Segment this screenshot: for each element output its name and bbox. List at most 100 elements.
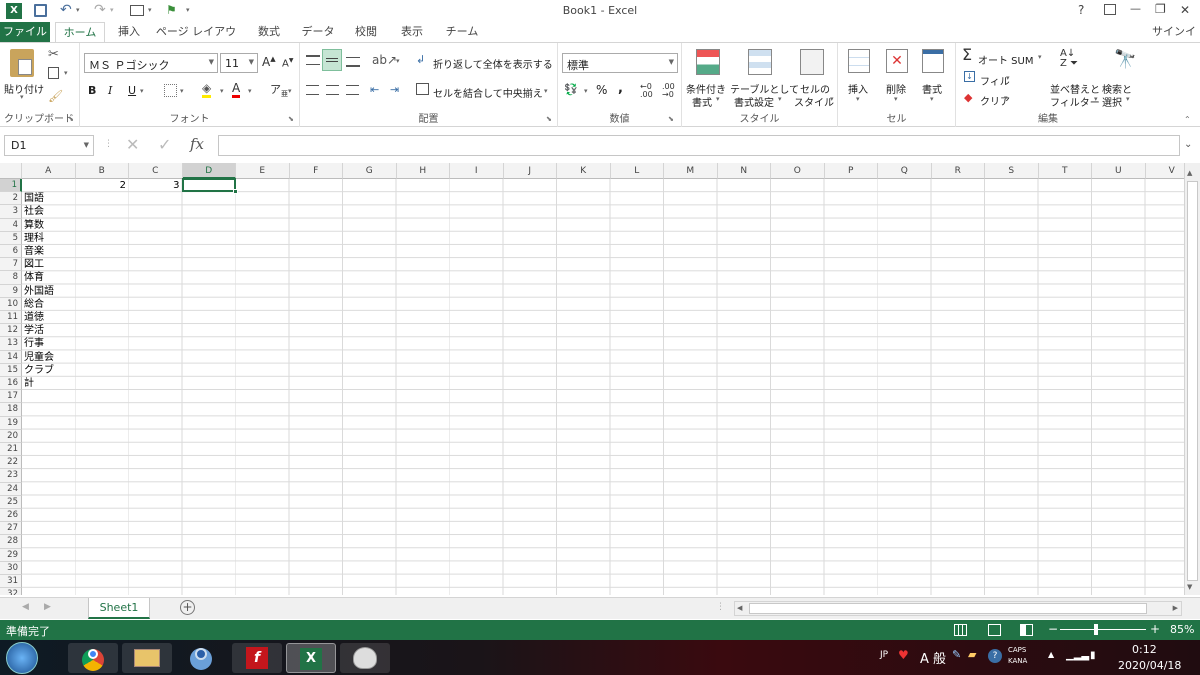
scroll-down-icon[interactable]: ▼ xyxy=(1187,583,1192,591)
column-header[interactable]: M xyxy=(664,163,718,179)
row-header[interactable]: 27 xyxy=(0,522,22,536)
column-header[interactable]: F xyxy=(289,163,343,179)
cell-a13[interactable]: 行事 xyxy=(24,337,44,350)
help-button[interactable]: ? xyxy=(1078,3,1084,17)
add-sheet-button[interactable]: + xyxy=(180,600,195,615)
vertical-scrollbar[interactable]: ▲ ▼ xyxy=(1184,163,1200,595)
row-header[interactable]: 31 xyxy=(0,575,22,589)
comma-button[interactable]: , xyxy=(618,81,623,96)
cell-styles-button-line2[interactable]: スタイル xyxy=(794,94,834,109)
language-indicator[interactable]: JP xyxy=(880,650,888,660)
select-all-corner[interactable] xyxy=(0,163,22,179)
form-icon[interactable] xyxy=(130,5,144,16)
find-select-dropdown-icon[interactable]: ▾ xyxy=(1126,95,1130,103)
save-icon[interactable] xyxy=(34,4,47,17)
autosum-dropdown-icon[interactable]: ▾ xyxy=(1038,53,1042,61)
flag-icon[interactable]: ⚑ xyxy=(166,3,177,17)
font-color-dropdown-icon[interactable]: ▾ xyxy=(248,87,252,95)
cell-a4[interactable]: 算数 xyxy=(24,219,44,232)
tab-split-grip-icon[interactable]: ⋮ xyxy=(716,602,725,612)
column-header[interactable]: U xyxy=(1092,163,1146,179)
tab-file[interactable]: ファイル xyxy=(0,22,50,42)
clock-time[interactable]: 0:12 xyxy=(1132,643,1157,656)
fill-color-icon[interactable]: ◈ xyxy=(202,81,212,98)
font-launcher-icon[interactable]: ⬊ xyxy=(288,115,294,123)
taskbar-excel-icon[interactable]: X xyxy=(286,643,336,673)
increase-indent-icon[interactable]: ⇥ xyxy=(390,83,399,96)
row-header[interactable]: 9 xyxy=(0,284,22,298)
next-sheet-icon[interactable]: ▶ xyxy=(44,602,51,612)
row-header[interactable]: 21 xyxy=(0,443,22,457)
conditional-format-dropdown-icon[interactable]: ▾ xyxy=(716,95,720,103)
normal-view-icon[interactable] xyxy=(954,624,967,636)
row-header[interactable]: 1 xyxy=(0,179,22,193)
insert-function-button[interactable]: fx xyxy=(190,135,204,153)
paste-icon[interactable] xyxy=(10,49,34,77)
format-as-table-icon[interactable] xyxy=(748,49,772,75)
column-header[interactable]: Q xyxy=(878,163,932,179)
insert-cells-icon[interactable] xyxy=(848,49,870,73)
fill-handle[interactable] xyxy=(233,189,238,195)
clear-dropdown-icon[interactable]: ▾ xyxy=(1004,94,1008,102)
cell-a10[interactable]: 総合 xyxy=(24,298,44,311)
column-header[interactable]: T xyxy=(1038,163,1092,179)
taskbar-chromium-icon[interactable] xyxy=(176,643,226,673)
cell-b1[interactable]: 2 xyxy=(76,179,126,192)
wrap-text-button[interactable]: 折り返して全体を表示する xyxy=(433,56,553,71)
sheet-tab-sheet1[interactable]: Sheet1 xyxy=(88,598,150,619)
column-header[interactable]: L xyxy=(610,163,664,179)
row-header[interactable]: 10 xyxy=(0,297,22,311)
scroll-left-icon[interactable]: ◀ xyxy=(737,604,742,612)
find-select-icon[interactable]: 🔭 xyxy=(1114,49,1136,70)
column-header[interactable]: S xyxy=(985,163,1039,179)
column-header[interactable]: C xyxy=(129,163,183,179)
prev-sheet-icon[interactable]: ◀ xyxy=(22,602,29,612)
cell-a6[interactable]: 音楽 xyxy=(24,245,44,258)
minimize-button[interactable]: — xyxy=(1130,2,1141,15)
collapse-ribbon-icon[interactable]: ⌃ xyxy=(1184,115,1191,124)
align-center-icon[interactable] xyxy=(326,85,339,95)
ime-heart-icon[interactable]: ♥ xyxy=(898,648,909,662)
power-icon[interactable]: ▮ xyxy=(1090,650,1096,661)
percent-button[interactable]: % xyxy=(596,83,607,97)
format-as-table-dropdown-icon[interactable]: ▾ xyxy=(778,95,782,103)
font-name-select[interactable]: ＭＳ Ｐゴシック ▼ xyxy=(84,53,218,73)
clipboard-launcher-icon[interactable]: ⬊ xyxy=(68,115,74,123)
cell-a2[interactable]: 国語 xyxy=(24,192,44,205)
cell-a8[interactable]: 体育 xyxy=(24,271,44,284)
ime-help-icon[interactable]: ? xyxy=(988,649,1002,663)
row-header[interactable]: 17 xyxy=(0,390,22,404)
row-header[interactable]: 15 xyxy=(0,363,22,377)
row-header[interactable]: 13 xyxy=(0,337,22,351)
cell-a5[interactable]: 理科 xyxy=(24,232,44,245)
orientation-dropdown-icon[interactable]: ▾ xyxy=(396,57,400,65)
format-as-table-button-line2[interactable]: 書式設定 xyxy=(734,94,774,109)
increase-decimal-icon[interactable]: ←0.00 xyxy=(640,83,653,99)
merge-center-button[interactable]: セルを結合して中央揃え xyxy=(433,85,543,100)
conditional-format-button-line2[interactable]: 書式 xyxy=(692,94,712,109)
tab-page-layout[interactable]: ページ レイアウト xyxy=(152,22,240,58)
undo-dropdown-icon[interactable]: ▾ xyxy=(76,6,80,14)
network-icon[interactable]: ▁▂▃ xyxy=(1066,650,1089,661)
taskbar-explorer-icon[interactable] xyxy=(122,643,172,673)
sort-filter-dropdown-icon[interactable]: ▾ xyxy=(1094,95,1098,103)
undo-icon[interactable]: ↶ xyxy=(60,2,72,18)
row-header[interactable]: 30 xyxy=(0,561,22,575)
sort-filter-icon[interactable]: A↓ Z ⏷ xyxy=(1060,49,1078,69)
zoom-out-button[interactable]: − xyxy=(1048,622,1058,636)
row-header[interactable]: 23 xyxy=(0,469,22,483)
insert-cells-button[interactable]: 挿入 xyxy=(848,81,868,96)
row-header[interactable]: 5 xyxy=(0,231,22,245)
column-header[interactable]: N xyxy=(717,163,771,179)
start-button-icon[interactable] xyxy=(6,642,38,674)
horizontal-scrollbar[interactable]: ◀ ▶ xyxy=(734,601,1182,616)
customize-qat-icon[interactable]: ▾ xyxy=(186,6,190,14)
page-break-view-icon[interactable] xyxy=(1020,624,1033,636)
cell-styles-icon[interactable] xyxy=(800,49,824,75)
fill-color-dropdown-icon[interactable]: ▾ xyxy=(220,87,224,95)
column-header[interactable]: P xyxy=(824,163,878,179)
sort-filter-button-line2[interactable]: フィルター xyxy=(1050,94,1100,109)
worksheet-grid[interactable]: A B C D E F G H I J K L M N O P Q R S T U V 1 2 3 4 5 6 7 8 9 10 11 12 13 1… xyxy=(0,163,1184,595)
cell-a12[interactable]: 学活 xyxy=(24,324,44,337)
italic-button[interactable]: I xyxy=(108,84,112,97)
